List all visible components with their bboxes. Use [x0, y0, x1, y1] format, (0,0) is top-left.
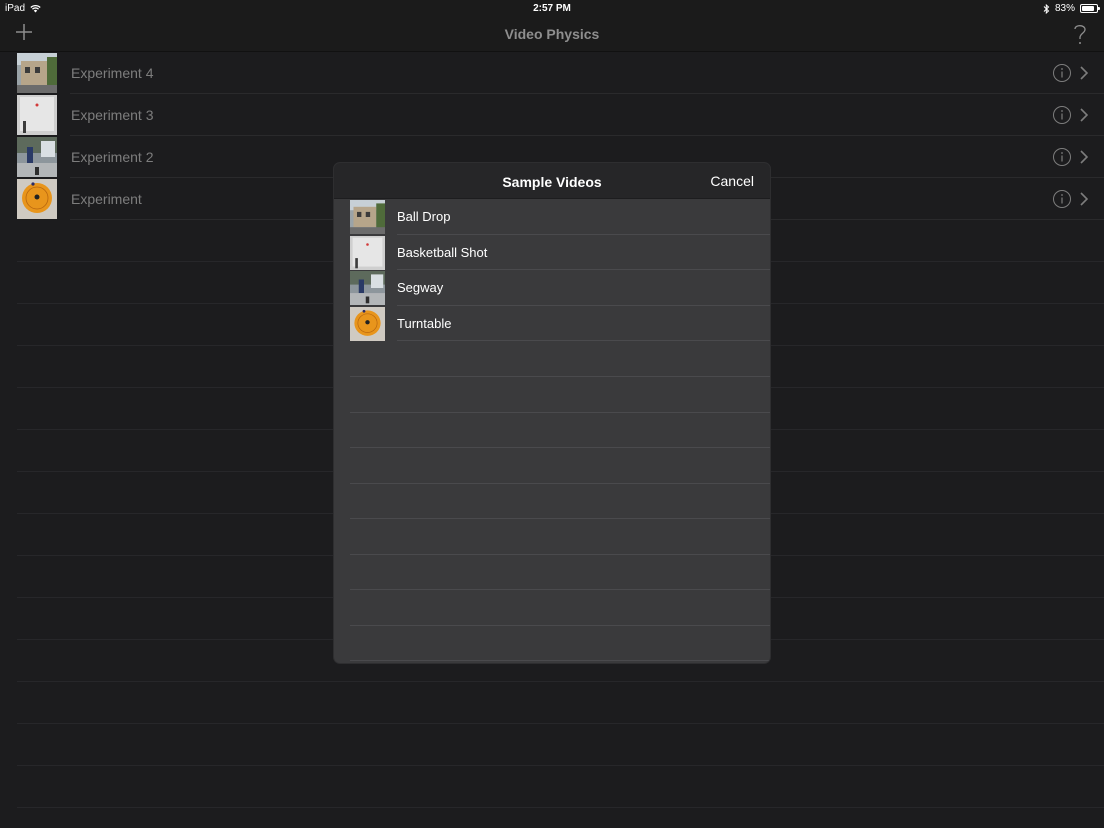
info-icon[interactable]	[1052, 105, 1072, 125]
thumb-street	[350, 271, 385, 305]
row-separator	[17, 681, 1104, 682]
row-separator	[350, 553, 770, 555]
status-time: 2:57 PM	[533, 3, 571, 14]
row-separator	[350, 482, 770, 484]
row-separator	[17, 807, 1104, 808]
chevron-right-icon[interactable]	[1080, 192, 1088, 206]
sample-video-row[interactable]: Ball Drop	[334, 199, 770, 235]
nav-bar: Video Physics	[0, 16, 1104, 52]
experiment-label: Experiment 3	[71, 107, 154, 123]
chevron-right-icon[interactable]	[1080, 66, 1088, 80]
battery-percent: 83%	[1054, 3, 1075, 14]
sample-video-label: Ball Drop	[397, 209, 451, 224]
bluetooth-icon	[1043, 3, 1050, 14]
info-icon[interactable]	[1052, 63, 1072, 83]
experiment-label: Experiment 2	[71, 149, 154, 165]
row-separator	[350, 376, 770, 377]
sample-video-label: Turntable	[397, 315, 452, 331]
page-title: Video Physics	[504, 26, 600, 42]
cancel-button[interactable]: Cancel	[710, 173, 754, 189]
info-icon[interactable]	[1052, 189, 1072, 209]
sample-video-label: Basketball Shot	[397, 244, 488, 260]
chevron-right-icon[interactable]	[1080, 108, 1088, 122]
thumb-wall	[17, 95, 57, 135]
row-separator	[350, 518, 770, 519]
row-separator	[350, 624, 770, 626]
info-icon[interactable]	[1052, 147, 1072, 167]
modal-title: Sample Videos	[502, 174, 602, 190]
experiment-label: Experiment 4	[71, 65, 154, 81]
experiment-label: Experiment	[71, 191, 142, 207]
row-separator	[350, 447, 770, 448]
thumb-wall	[350, 235, 385, 270]
sample-videos-modal: Sample Videos Cancel Ball Drop Basketbal…	[334, 163, 770, 663]
sample-video-row[interactable]: Turntable	[334, 306, 770, 342]
modal-header: Sample Videos Cancel	[334, 163, 770, 199]
thumb-street	[17, 137, 57, 177]
thumb-turntable	[350, 306, 385, 341]
battery-icon	[1080, 4, 1100, 13]
row-separator	[17, 765, 1104, 766]
row-separator	[17, 723, 1104, 724]
sample-video-row[interactable]: Segway	[334, 270, 770, 306]
question-icon[interactable]	[1070, 21, 1090, 47]
chevron-right-icon[interactable]	[1080, 150, 1088, 164]
sample-video-row[interactable]: Basketball Shot	[334, 235, 770, 271]
status-bar: iPad 2:57 PM 83%	[0, 0, 1104, 16]
experiment-row[interactable]: Experiment 4	[0, 52, 1104, 94]
row-separator	[350, 411, 770, 413]
row-separator	[350, 589, 770, 590]
thumb-building	[350, 200, 385, 234]
thumb-building	[17, 53, 57, 93]
thumb-turntable	[17, 179, 57, 219]
sample-video-label: Segway	[397, 280, 444, 295]
row-separator	[350, 660, 770, 661]
experiment-row[interactable]: Experiment 3	[0, 94, 1104, 136]
